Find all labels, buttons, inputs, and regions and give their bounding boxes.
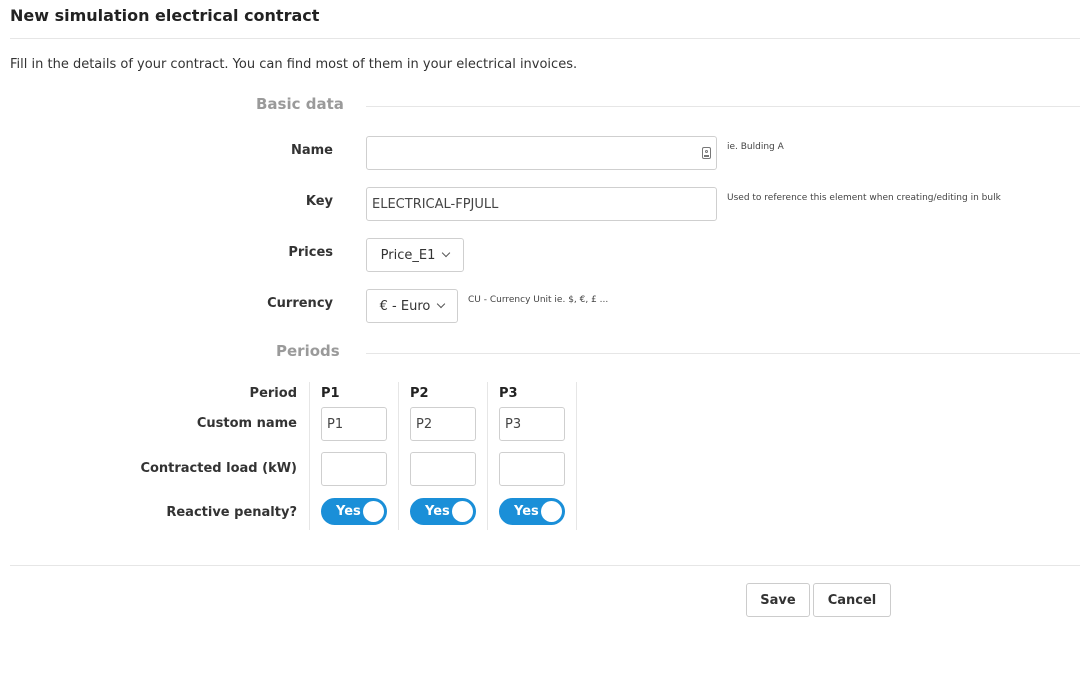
- custom-name-input-p2[interactable]: P2: [410, 407, 476, 441]
- key-field[interactable]: ELECTRICAL-FPJULL: [366, 187, 717, 221]
- reactive-penalty-toggle-p1[interactable]: Yes: [321, 498, 387, 525]
- toggle-knob: [363, 501, 384, 522]
- name-field[interactable]: [366, 136, 717, 170]
- period-header-p1: P1: [321, 386, 340, 401]
- chevron-down-icon: [437, 299, 446, 309]
- footer-divider: [10, 565, 1080, 566]
- toggle-label-p2: Yes: [425, 504, 450, 519]
- section-basic-data-label: Basic data: [256, 95, 344, 113]
- currency-label: Currency: [267, 296, 333, 311]
- contracted-load-input-p1[interactable]: [321, 452, 387, 486]
- custom-name-row-label: Custom name: [196, 416, 297, 431]
- section-basic-data-divider: [366, 106, 1080, 107]
- custom-name-value-p1: P1: [327, 416, 344, 432]
- reactive-penalty-toggle-p2[interactable]: Yes: [410, 498, 476, 525]
- toggle-knob: [452, 501, 473, 522]
- reactive-penalty-toggle-p3[interactable]: Yes: [499, 498, 565, 525]
- intro-text: Fill in the details of your contract. Yo…: [10, 57, 578, 72]
- reactive-penalty-row-label: Reactive penalty?: [166, 505, 297, 520]
- section-periods-label: Periods: [276, 342, 340, 360]
- toggle-knob: [541, 501, 562, 522]
- column-separator: [398, 382, 399, 530]
- custom-name-input-p1[interactable]: P1: [321, 407, 387, 441]
- contracted-load-row-label: Contracted load (kW): [140, 461, 297, 476]
- cancel-button[interactable]: Cancel: [813, 583, 891, 617]
- column-separator: [487, 382, 488, 530]
- toggle-label-p1: Yes: [336, 504, 361, 519]
- custom-name-value-p2: P2: [416, 416, 433, 432]
- key-label: Key: [305, 194, 333, 209]
- page-title: New simulation electrical contract: [10, 6, 320, 25]
- name-help-text: ie. Bulding A: [727, 142, 784, 152]
- key-help-text: Used to reference this element when crea…: [727, 193, 1001, 203]
- save-button[interactable]: Save: [746, 583, 810, 617]
- name-label: Name: [290, 143, 333, 158]
- period-header-p3: P3: [499, 386, 518, 401]
- currency-help-text: CU - Currency Unit ie. $, €, £ ...: [468, 295, 609, 305]
- custom-name-value-p3: P3: [505, 416, 522, 432]
- prices-select-value: Price_E1: [380, 247, 436, 263]
- column-separator: [576, 382, 577, 530]
- custom-name-input-p3[interactable]: P3: [499, 407, 565, 441]
- section-periods-divider: [366, 353, 1080, 354]
- period-row-label: Period: [249, 386, 297, 401]
- currency-select-value: € - Euro: [379, 298, 431, 314]
- contact-card-icon[interactable]: [702, 147, 711, 159]
- key-field-value: ELECTRICAL-FPJULL: [372, 196, 499, 212]
- contracted-load-input-p2[interactable]: [410, 452, 476, 486]
- toggle-label-p3: Yes: [514, 504, 539, 519]
- chevron-down-icon: [442, 248, 451, 258]
- prices-label: Prices: [288, 245, 333, 260]
- prices-select[interactable]: Price_E1: [366, 238, 464, 272]
- contracted-load-input-p3[interactable]: [499, 452, 565, 486]
- column-separator: [309, 382, 310, 530]
- period-header-p2: P2: [410, 386, 429, 401]
- currency-select[interactable]: € - Euro: [366, 289, 458, 323]
- header-divider: [10, 38, 1080, 39]
